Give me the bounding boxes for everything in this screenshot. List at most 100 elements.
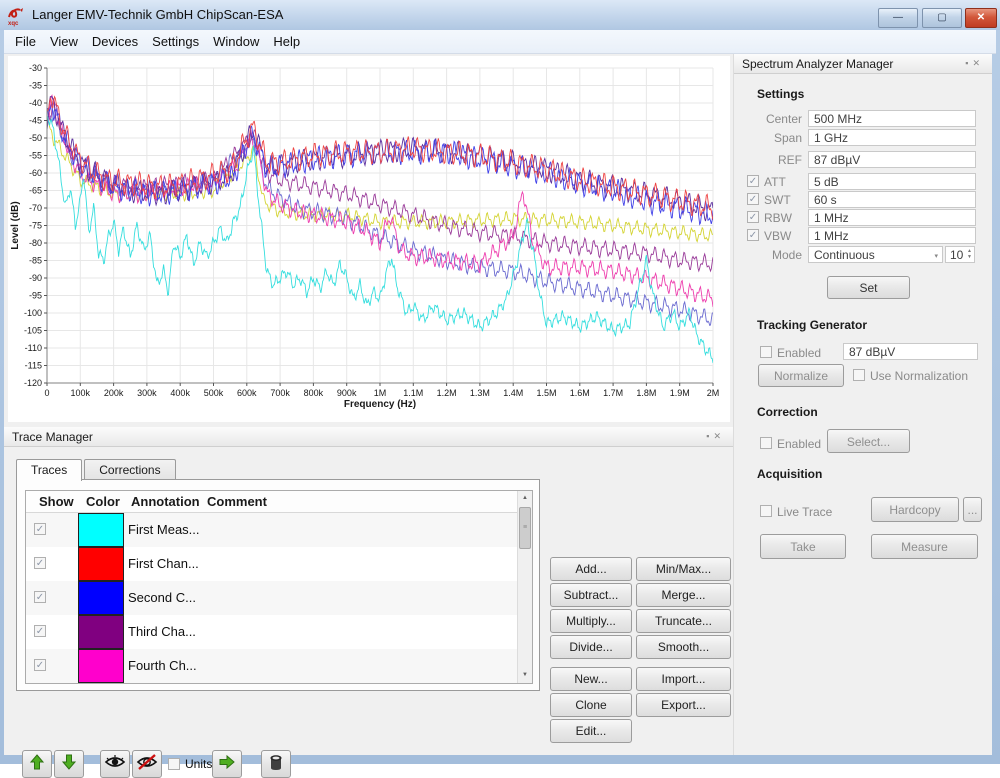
- ref-field[interactable]: 87 dBµV: [808, 151, 976, 168]
- trace-row[interactable]: Fourth Ch...: [26, 649, 518, 683]
- rbw-field[interactable]: 1 MHz: [808, 209, 976, 226]
- export-button[interactable]: Export...: [636, 693, 731, 717]
- apply-button[interactable]: [212, 750, 242, 778]
- x-tick-label: 2M: [707, 388, 720, 398]
- trace-row[interactable]: Third Cha...: [26, 615, 518, 649]
- x-tick-label: 200k: [104, 388, 124, 398]
- correction-select-button[interactable]: Select...: [827, 429, 910, 453]
- x-tick-label: 400k: [170, 388, 190, 398]
- vbw-label: VBW: [764, 229, 791, 243]
- column-header-comment[interactable]: Comment: [207, 494, 267, 509]
- subtract-button[interactable]: Subtract...: [550, 583, 632, 607]
- normalize-button[interactable]: Normalize: [758, 364, 844, 387]
- show-checkbox[interactable]: [34, 557, 46, 569]
- ref-label: REF: [742, 153, 802, 167]
- hide-trace-button[interactable]: [132, 750, 162, 778]
- vbw-checkbox[interactable]: [747, 229, 759, 241]
- trace-row[interactable]: First Meas...: [26, 513, 518, 547]
- show-checkbox[interactable]: [34, 625, 46, 637]
- tg-enabled-checkbox[interactable]: [760, 346, 772, 358]
- live-trace-label: Live Trace: [777, 505, 832, 519]
- center-field[interactable]: 500 MHz: [808, 110, 976, 127]
- delete-trace-button[interactable]: [261, 750, 291, 778]
- color-swatch[interactable]: [78, 513, 124, 547]
- tab-traces[interactable]: Traces: [16, 459, 82, 481]
- units-checkbox[interactable]: [168, 758, 180, 770]
- trace-row[interactable]: First Chan...: [26, 547, 518, 581]
- set-button[interactable]: Set: [827, 276, 910, 299]
- y-tick-label: -75: [29, 221, 42, 231]
- units-label: Units: [185, 757, 212, 771]
- edit-button[interactable]: Edit...: [550, 719, 632, 743]
- trace-row[interactable]: Second C...: [26, 581, 518, 615]
- use-normalization-checkbox[interactable]: [853, 369, 865, 381]
- att-checkbox[interactable]: [747, 175, 759, 187]
- mode-combobox[interactable]: Continuous ▾: [808, 246, 943, 263]
- scroll-down-icon[interactable]: ▼: [518, 668, 532, 683]
- rbw-checkbox[interactable]: [747, 211, 759, 223]
- menu-item-file[interactable]: File: [8, 31, 43, 52]
- take-button[interactable]: Take: [760, 534, 846, 559]
- spectrum-chart[interactable]: -30-35-40-45-50-55-60-65-70-75-80-85-90-…: [8, 56, 730, 422]
- add-button[interactable]: Add...: [550, 557, 632, 581]
- y-tick-label: -85: [29, 256, 42, 266]
- att-field[interactable]: 5 dB: [808, 173, 976, 190]
- mode-count-spinner[interactable]: 10 ▲▼: [945, 246, 975, 263]
- annotation-text: Fourth Ch...: [128, 658, 197, 673]
- menu-item-help[interactable]: Help: [266, 31, 307, 52]
- color-swatch[interactable]: [78, 547, 124, 581]
- color-swatch[interactable]: [78, 581, 124, 615]
- panel-close-icon[interactable]: ✕: [713, 431, 725, 441]
- hardcopy-more-button[interactable]: ...: [963, 497, 982, 522]
- min-max-button[interactable]: Min/Max...: [636, 557, 731, 581]
- tm-panel-header: Trace Manager ▪✕: [4, 427, 733, 447]
- show-checkbox[interactable]: [34, 591, 46, 603]
- maximize-button[interactable]: ▢: [922, 8, 962, 28]
- show-trace-button[interactable]: [100, 750, 130, 778]
- span-field[interactable]: 1 GHz: [808, 129, 976, 146]
- new-button[interactable]: New...: [550, 667, 632, 691]
- tracking-generator-heading: Tracking Generator: [757, 318, 867, 332]
- import-button[interactable]: Import...: [636, 667, 731, 691]
- apply-icon: [218, 753, 236, 776]
- minimize-button[interactable]: —: [878, 8, 918, 28]
- close-button[interactable]: ✕: [965, 8, 997, 28]
- menu-item-settings[interactable]: Settings: [145, 31, 206, 52]
- move-up-button[interactable]: [22, 750, 52, 778]
- mode-value: Continuous: [814, 248, 875, 262]
- column-header-color[interactable]: Color: [86, 494, 120, 509]
- clone-button[interactable]: Clone: [550, 693, 632, 717]
- hardcopy-button[interactable]: Hardcopy: [871, 497, 959, 522]
- show-checkbox[interactable]: [34, 659, 46, 671]
- divide-button[interactable]: Divide...: [550, 635, 632, 659]
- vbw-field[interactable]: 1 MHz: [808, 227, 976, 244]
- scrollbar-thumb[interactable]: ≡: [519, 507, 531, 549]
- menu-item-devices[interactable]: Devices: [85, 31, 145, 52]
- spinner-arrows-icon[interactable]: ▲▼: [967, 248, 972, 260]
- swt-checkbox[interactable]: [747, 193, 759, 205]
- swt-field[interactable]: 60 s: [808, 191, 976, 208]
- merge-button[interactable]: Merge...: [636, 583, 731, 607]
- multiply-button[interactable]: Multiply...: [550, 609, 632, 633]
- move-down-button[interactable]: [54, 750, 84, 778]
- color-swatch[interactable]: [78, 649, 124, 683]
- smooth-button[interactable]: Smooth...: [636, 635, 731, 659]
- column-header-annotation[interactable]: Annotation: [131, 494, 200, 509]
- live-trace-checkbox[interactable]: [760, 505, 772, 517]
- chart-svg: -30-35-40-45-50-55-60-65-70-75-80-85-90-…: [8, 56, 730, 422]
- chevron-down-icon[interactable]: ▾: [934, 252, 938, 260]
- tab-corrections[interactable]: Corrections: [84, 459, 175, 480]
- scroll-up-icon[interactable]: ▲: [518, 491, 532, 506]
- trace-table-scrollbar[interactable]: ▲ ≡ ▼: [517, 491, 532, 683]
- menu-item-window[interactable]: Window: [206, 31, 266, 52]
- show-checkbox[interactable]: [34, 523, 46, 535]
- y-tick-label: -45: [29, 116, 42, 126]
- menu-item-view[interactable]: View: [43, 31, 85, 52]
- truncate-button[interactable]: Truncate...: [636, 609, 731, 633]
- tg-level-field[interactable]: 87 dBµV: [843, 343, 978, 360]
- column-header-show[interactable]: Show: [39, 494, 74, 509]
- measure-button[interactable]: Measure: [871, 534, 978, 559]
- color-swatch[interactable]: [78, 615, 124, 649]
- panel-close-icon[interactable]: ✕: [972, 58, 984, 68]
- correction-enabled-checkbox[interactable]: [760, 437, 772, 449]
